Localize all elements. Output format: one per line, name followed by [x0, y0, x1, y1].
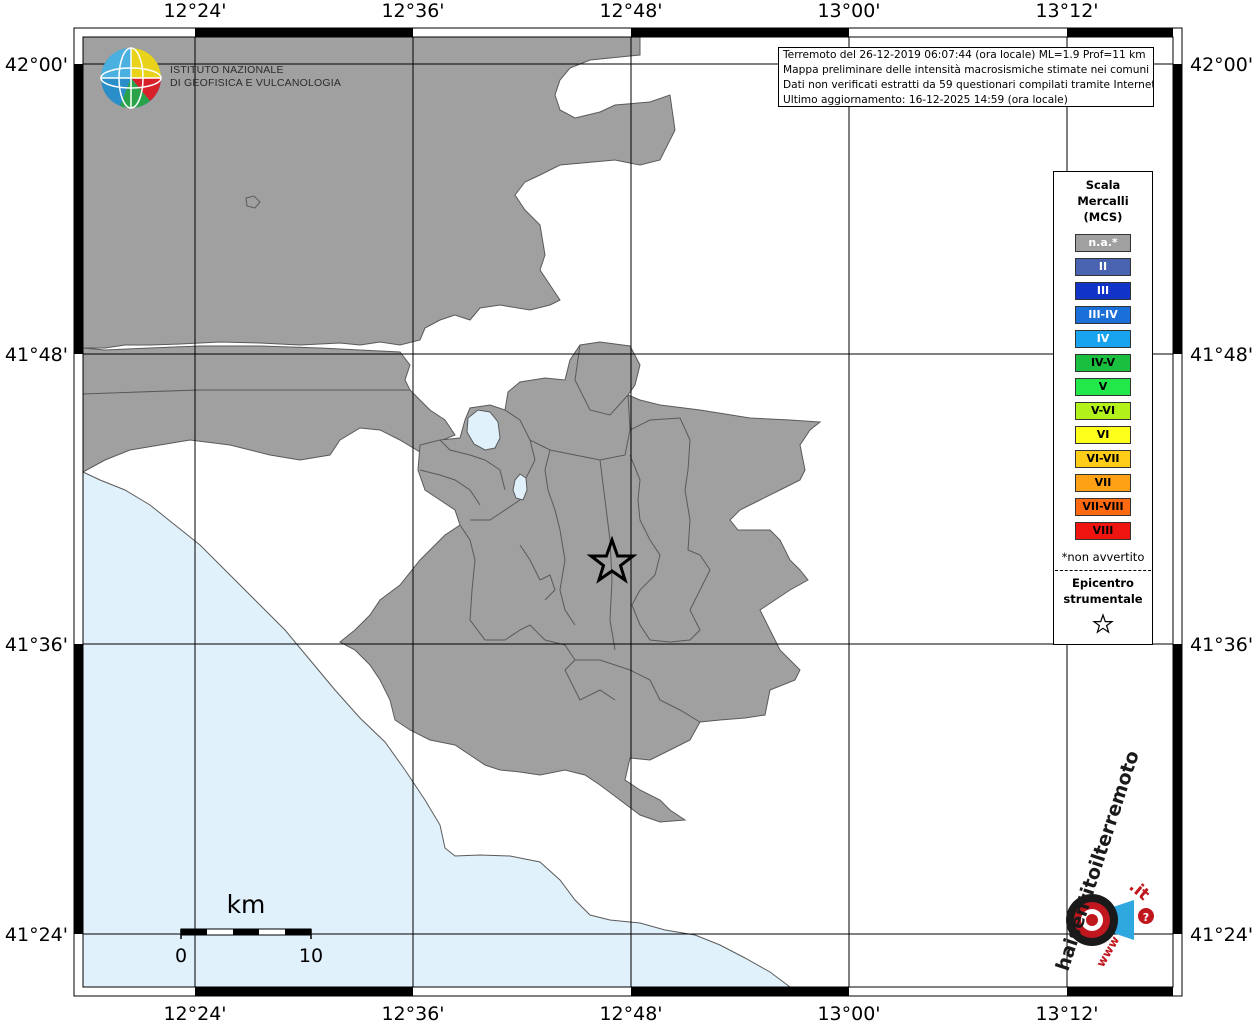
lat-labels-right: 42°00' 41°48' 41°36' 41°24': [1190, 54, 1253, 946]
lon-label: 12°36': [381, 1003, 444, 1024]
lon-label: 13°00': [817, 0, 880, 22]
legend-item: VI: [1075, 426, 1131, 444]
lon-label: 12°48': [599, 1003, 662, 1024]
legend-items: n.a.* II III III-IV IV IV-V V V-VI VI VI-VII VII VI…: [1054, 234, 1152, 540]
legend-epicentre-line: Epicentro: [1072, 576, 1134, 590]
scale-unit: km: [227, 890, 266, 919]
lat-label: 41°48': [5, 344, 68, 366]
lon-label: 12°48': [599, 0, 662, 22]
legend-item: VI-VII: [1075, 450, 1131, 468]
legend-title-line: Scala: [1085, 178, 1121, 192]
legend-item: VIII: [1075, 522, 1131, 540]
info-line1: Terremoto del 26-12-2019 06:07:44 (ora l…: [783, 49, 1146, 61]
star-outline-icon: [1054, 613, 1152, 639]
lat-label: 41°36': [5, 634, 68, 656]
lon-labels-bottom: 12°24' 12°36' 12°48' 13°00' 13°12': [163, 1003, 1098, 1024]
lon-label: 12°36': [381, 0, 444, 22]
lat-label: 42°00': [5, 54, 68, 76]
lat-label: 41°48': [1190, 344, 1253, 366]
legend-title-line: Mercalli: [1077, 194, 1129, 208]
lat-label: 41°36': [1190, 634, 1253, 656]
legend-item: III-IV: [1075, 306, 1131, 324]
legend-note: *non avvertito: [1061, 550, 1145, 564]
ingv-line2: DI GEOFISICA E VULCANOLOGIA: [170, 77, 342, 89]
lon-label: 13°12': [1035, 0, 1098, 22]
legend-item: VII: [1075, 474, 1131, 492]
legend-item: VII-VIII: [1075, 498, 1131, 516]
legend-item: V-VI: [1075, 402, 1131, 420]
ingv-logo-text: ISTITUTO NAZIONALE DI GEOFISICA E VULCAN…: [170, 64, 341, 90]
legend-item: III: [1075, 282, 1131, 300]
legend-item: IV: [1075, 330, 1131, 348]
lat-label: 41°24': [5, 924, 68, 946]
legend-divider: [1055, 570, 1151, 571]
info-line4: Ultimo aggiornamento: 16-12-2025 14:59 (…: [783, 94, 1068, 106]
lon-label: 12°24': [163, 1003, 226, 1024]
legend-title: Scala Mercalli (MCS): [1054, 177, 1152, 225]
lat-label: 42°00': [1190, 54, 1253, 76]
info-line2: Mappa preliminare delle intensità macros…: [783, 64, 1150, 76]
info-line3: Dati non verificati estratti da 59 quest…: [783, 79, 1154, 91]
legend-item: II: [1075, 258, 1131, 276]
ingv-globe-icon: [100, 47, 162, 109]
legend-item: n.a.*: [1075, 234, 1131, 252]
lat-label: 41°24': [1190, 924, 1253, 946]
legend-title-line: (MCS): [1083, 210, 1123, 224]
mcs-legend: Scala Mercalli (MCS) n.a.* II III III-IV IV I…: [1053, 171, 1153, 645]
lat-labels-left: 42°00' 41°48' 41°36' 41°24': [5, 54, 68, 946]
lon-labels-top: 12°24' 12°36' 12°48' 13°00' 13°12': [163, 0, 1098, 22]
svg-text:?: ?: [1143, 911, 1149, 924]
scale-min: 0: [175, 945, 187, 967]
lon-label: 13°12': [1035, 1003, 1098, 1024]
legend-item: V: [1075, 378, 1131, 396]
land-west-strip: [82, 345, 411, 395]
legend-item: IV-V: [1075, 354, 1131, 372]
event-info-box: Terremoto del 26-12-2019 06:07:44 (ora l…: [778, 47, 1154, 107]
legend-epicentre-label: Epicentro strumentale: [1054, 575, 1152, 607]
legend-epicentre-line: strumentale: [1063, 592, 1143, 606]
scale-max: 10: [299, 945, 323, 967]
lon-label: 12°24': [163, 0, 226, 22]
ingv-line1: ISTITUTO NAZIONALE: [170, 64, 284, 76]
lon-label: 13°00': [817, 1003, 880, 1024]
